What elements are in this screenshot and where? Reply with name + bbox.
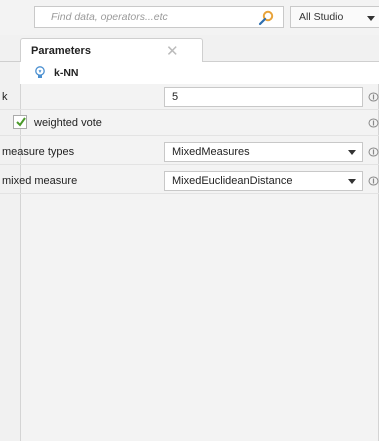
search-input[interactable]: Find data, operators...etc: [34, 6, 284, 28]
chevron-down-icon: [367, 16, 375, 21]
chevron-down-icon: [348, 150, 356, 155]
param-label-k: k: [2, 91, 8, 103]
info-icon[interactable]: [368, 176, 379, 186]
info-icon[interactable]: [368, 118, 379, 128]
chevron-down-icon: [348, 179, 356, 184]
tab-parameters-label: Parameters: [31, 45, 91, 57]
param-row-weighted-vote: weighted vote: [0, 110, 379, 136]
k-value: 5: [172, 91, 179, 103]
param-label-weighted-vote: weighted vote: [34, 117, 102, 129]
weighted-vote-checkbox[interactable]: [13, 115, 27, 129]
operator-name: k-NN: [54, 67, 79, 79]
param-label-measure-types: measure types: [2, 146, 75, 158]
param-label-mixed-measure: mixed measure: [2, 175, 78, 187]
param-row-k: k 5: [0, 84, 379, 110]
mixed-measure-value: MixedEuclideanDistance: [172, 175, 293, 187]
mixed-measure-select[interactable]: MixedEuclideanDistance: [164, 171, 363, 191]
info-icon[interactable]: [368, 147, 379, 157]
tab-bar: Parameters ✕: [0, 36, 379, 63]
measure-types-select[interactable]: MixedMeasures: [164, 142, 363, 162]
operator-header: k-NN: [20, 62, 379, 84]
param-row-measure-types: measure types MixedMeasures: [0, 139, 379, 165]
param-row-mixed-measure: mixed measure MixedEuclideanDistance: [0, 168, 379, 194]
studio-filter-label: All Studio: [299, 11, 344, 23]
studio-filter-dropdown[interactable]: All Studio: [290, 6, 379, 28]
k-value-input[interactable]: 5: [164, 87, 363, 107]
search-icon[interactable]: [258, 10, 274, 26]
measure-types-value: MixedMeasures: [172, 146, 250, 158]
close-icon[interactable]: ✕: [166, 42, 179, 60]
info-icon[interactable]: [368, 92, 379, 102]
checkmark-icon: [16, 117, 26, 127]
top-toolbar: Find data, operators...etc All Studio: [0, 0, 379, 35]
search-placeholder: Find data, operators...etc: [51, 11, 168, 23]
lightbulb-icon: [35, 66, 45, 78]
tab-parameters[interactable]: Parameters ✕: [20, 38, 203, 63]
